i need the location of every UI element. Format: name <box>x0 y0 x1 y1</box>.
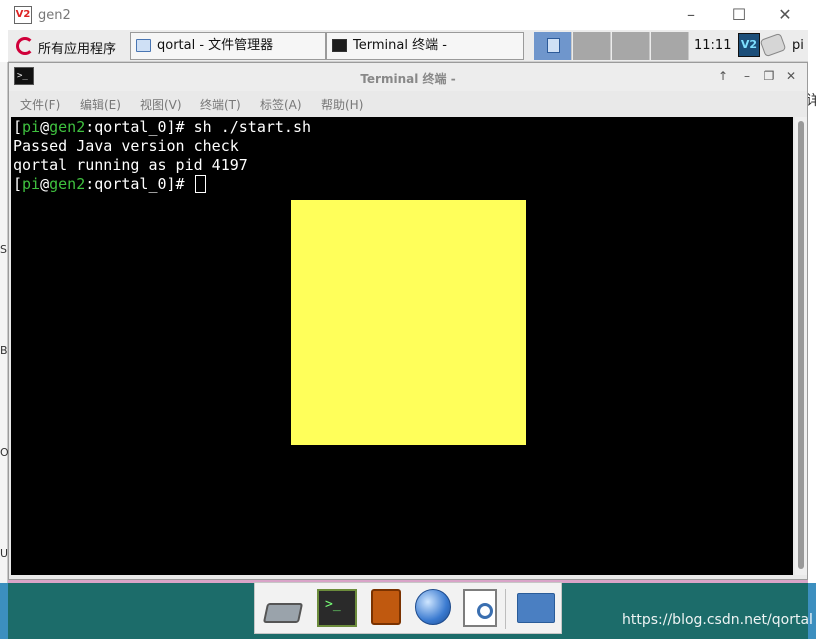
terminal-line: [pi@gen2:qortal_0]# <box>13 175 791 194</box>
prompt-end: ]# <box>166 118 194 136</box>
prompt-path: :qortal_0 <box>85 175 167 193</box>
task-file-manager[interactable]: qortal - 文件管理器 <box>130 32 326 60</box>
shade-icon[interactable]: ↑ <box>715 68 731 84</box>
desktop-edge-fragment: B <box>0 344 8 357</box>
terminal-command: sh ./start.sh <box>193 118 312 136</box>
document-viewer-icon[interactable] <box>463 589 497 627</box>
terminal-output-line: qortal running as pid 4197 <box>13 156 248 174</box>
dock-drive-launcher[interactable] <box>259 589 304 629</box>
prompt-bracket: [ <box>13 118 23 136</box>
prompt-end: ]# <box>166 175 194 193</box>
scrollbar-thumb[interactable] <box>798 121 804 569</box>
applications-menu-button[interactable]: 所有应用程序 <box>12 33 128 59</box>
prompt-path: :qortal_0 <box>85 118 167 136</box>
menu-view[interactable]: 视图(V) <box>140 96 182 113</box>
window-title: gen2 <box>38 8 71 23</box>
yellow-overlay-square <box>291 200 526 445</box>
terminal-icon <box>332 39 347 52</box>
menu-edit[interactable]: 编辑(E) <box>80 96 121 113</box>
desktop-edge-fragment: U <box>0 547 9 560</box>
prompt-at: @ <box>40 175 50 193</box>
desktop-right-edge <box>808 62 816 639</box>
terminal-titlebar[interactable]: >_ Terminal 终端 - ↑ – ❐ ✕ <box>9 63 807 91</box>
workspace-4-button[interactable] <box>651 32 689 60</box>
menu-tabs[interactable]: 标签(A) <box>260 96 302 113</box>
application-dock: >_ <box>254 582 562 634</box>
window-thumbnail-icon <box>547 38 560 53</box>
applications-menu-label: 所有应用程序 <box>38 42 117 57</box>
text-cursor <box>194 175 206 193</box>
terminal-menubar: 文件(F) 编辑(E) 视图(V) 终端(T) 标签(A) 帮助(H) <box>9 93 807 115</box>
workspace-3-button[interactable] <box>612 32 650 60</box>
close-icon[interactable]: ✕ <box>783 68 799 84</box>
debian-swirl-icon <box>16 37 34 55</box>
watermark-text: https://blog.csdn.net/qortal <box>622 612 813 628</box>
terminal-output-line: Passed Java version check <box>13 137 239 155</box>
menu-help[interactable]: 帮助(H) <box>321 96 363 113</box>
book-icon[interactable] <box>371 589 401 625</box>
maximize-icon[interactable]: ☐ <box>728 4 750 26</box>
desktop-edge-fragment: S <box>0 243 7 256</box>
task-terminal-label: Terminal 终端 - <box>353 38 447 53</box>
task-terminal[interactable]: Terminal 终端 - <box>326 32 524 60</box>
clock[interactable]: 11:11 <box>694 38 731 53</box>
terminal-scrollbar[interactable] <box>795 117 807 575</box>
folder-icon[interactable] <box>517 593 555 623</box>
menu-file[interactable]: 文件(F) <box>20 96 60 113</box>
vnc-viewer-icon: V2 <box>14 6 32 24</box>
task-file-manager-label: qortal - 文件管理器 <box>157 38 274 53</box>
desktop-edge <box>0 583 8 639</box>
prompt-host: gen2 <box>49 175 86 193</box>
terminal-title: Terminal 终端 - <box>360 72 456 86</box>
restore-icon[interactable]: ❐ <box>761 68 777 84</box>
drive-icon <box>262 603 304 623</box>
workspace-2-button[interactable] <box>573 32 611 60</box>
close-icon[interactable]: ✕ <box>774 4 796 26</box>
terminal-line: [pi@gen2:qortal_0]# sh ./start.sh <box>13 118 791 137</box>
dock-separator <box>505 589 506 629</box>
prompt-host: gen2 <box>49 118 86 136</box>
network-tray-icon[interactable] <box>759 32 787 58</box>
terminal-icon[interactable]: >_ <box>317 589 357 627</box>
top-panel: 所有应用程序 qortal - 文件管理器 Terminal 终端 - 11:1… <box>8 30 808 62</box>
prompt-user: pi <box>22 175 41 193</box>
magnifier-icon <box>477 603 493 619</box>
prompt-bracket: [ <box>13 175 23 193</box>
prompt-at: @ <box>40 118 50 136</box>
desktop-edge <box>808 583 816 639</box>
minimize-icon[interactable]: – <box>680 4 702 26</box>
workspace-1-button[interactable] <box>534 32 572 60</box>
folder-icon <box>136 39 151 52</box>
user-label[interactable]: pi <box>792 38 804 53</box>
minimize-icon[interactable]: – <box>739 68 755 84</box>
prompt-user: pi <box>22 118 41 136</box>
vnc-tray-icon[interactable]: V2 <box>738 33 760 57</box>
menu-terminal[interactable]: 终端(T) <box>200 96 241 113</box>
browser-globe-icon[interactable] <box>415 589 451 625</box>
vnc-window-titlebar[interactable]: V2 gen2 – ☐ ✕ <box>0 0 816 30</box>
